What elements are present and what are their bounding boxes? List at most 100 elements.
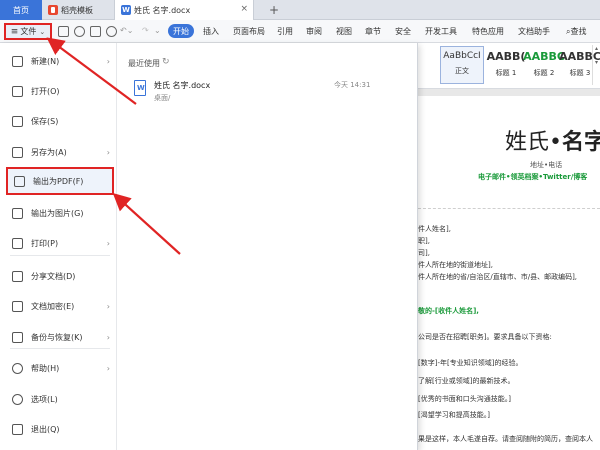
template-logo-icon (48, 5, 58, 15)
word-file-icon (134, 80, 146, 96)
menu-label: 输出为图片(G) (31, 208, 84, 218)
export-quick-icon[interactable] (74, 26, 85, 37)
file-menu-commands: 新建(N) › 打开(O) 保存(S) 另存为(A) › 输出为PDF(F) 输… (0, 43, 117, 450)
open-folder-icon (12, 85, 23, 97)
menu-export-image[interactable]: 输出为图片(G) (6, 201, 114, 225)
gallery-scroll[interactable]: ▴ ▾ (592, 45, 600, 85)
search-button[interactable]: ⌕查找 (566, 26, 586, 37)
menu-save-as[interactable]: 另存为(A) › (6, 140, 114, 164)
doc-given-name: 名字 (561, 129, 600, 155)
menu-open[interactable]: 打开(O) (6, 79, 114, 103)
search-label: 查找 (570, 27, 587, 36)
doc-greeting: 敬的-[收件人姓名], (418, 307, 479, 315)
doc-line: 件人姓名], (418, 225, 451, 233)
doc-divider (418, 208, 600, 209)
menu-export-pdf[interactable]: 输出为PDF(F) (6, 167, 114, 195)
doc-line: 职], (418, 237, 430, 245)
refresh-icon[interactable]: ↻ (162, 57, 170, 67)
new-tab-button[interactable]: + (266, 0, 282, 20)
menu-print[interactable]: 打印(P) › (6, 231, 114, 255)
doc-bullet: [渴望学习和提高技能。] (418, 411, 490, 419)
doc-line: 件人所在地的街道地址], (418, 261, 493, 269)
recent-file-name: 姓氏 名字.docx (154, 81, 211, 90)
save-icon (12, 115, 23, 127)
submenu-arrow-icon: › (106, 56, 110, 66)
tab-home[interactable]: 首页 (0, 0, 42, 20)
save-as-icon (12, 146, 23, 158)
tab-start[interactable]: 开始 (168, 24, 194, 38)
hamburger-icon: ≡ (10, 26, 19, 37)
submenu-arrow-icon: › (106, 301, 110, 311)
menu-label: 另存为(A) (31, 147, 67, 157)
menu-help[interactable]: 帮助(H) › (6, 356, 114, 380)
style-name: 正文 (455, 67, 469, 75)
menu-label: 分享文档(D) (31, 271, 76, 281)
tab-review[interactable]: 审阅 (306, 26, 322, 37)
more-quick-icon[interactable]: ⌄ (154, 26, 161, 35)
tab-document[interactable]: W 姓氏 名字.docx × (114, 0, 254, 20)
menu-bar: ≡ 文件 ⌄ ↶⌄ ↷ ⌄ 开始 插入 页面布局 引用 审阅 视图 章节 安全 … (0, 20, 600, 43)
tab-insert[interactable]: 插入 (203, 26, 219, 37)
menu-label: 输出为PDF(F) (33, 176, 84, 186)
tab-template[interactable]: 稻壳模板 (42, 0, 112, 20)
menu-options[interactable]: 选项(L) (6, 387, 114, 411)
preview-quick-icon[interactable] (106, 26, 117, 37)
menu-encrypt[interactable]: 文档加密(E) › (6, 294, 114, 318)
share-icon (12, 270, 23, 282)
doc-line: 件人所在地的省/自治区/直辖市、市/县、邮政编码], (418, 273, 578, 281)
help-icon (12, 362, 23, 374)
recent-file-time: 今天 14:31 (334, 81, 371, 89)
recent-file-item[interactable]: 姓氏 名字.docx 桌面/ 今天 14:31 (128, 77, 408, 107)
file-menu-button[interactable]: ≡ 文件 ⌄ (4, 23, 52, 40)
tab-document-label: 姓氏 名字.docx (134, 5, 191, 15)
tab-page-layout[interactable]: 页面布局 (233, 26, 265, 37)
doc-contact: 地址•电话 (530, 161, 563, 169)
menu-share[interactable]: 分享文档(D) (6, 264, 114, 288)
redo-icon[interactable]: ↷ (142, 26, 149, 35)
menu-new[interactable]: 新建(N) › (6, 49, 114, 73)
menu-separator (10, 255, 110, 256)
submenu-arrow-icon: › (106, 332, 110, 342)
tab-doc-assistant[interactable]: 文档助手 (518, 26, 550, 37)
menu-label: 保存(S) (31, 116, 59, 126)
undo-icon[interactable]: ↶⌄ (120, 26, 133, 35)
doc-name: 姓氏•名字 (505, 124, 600, 156)
doc-body: 公司是否在招聘[职务]。要求具备以下资格: (418, 333, 552, 341)
new-icon (12, 55, 23, 67)
menu-backup[interactable]: 备份与恢复(K) › (6, 325, 114, 349)
file-dropdown-menu: 新建(N) › 打开(O) 保存(S) 另存为(A) › 输出为PDF(F) 输… (0, 43, 418, 450)
menu-label: 打开(O) (31, 86, 60, 96)
close-tab-icon[interactable]: × (240, 4, 248, 14)
tab-view[interactable]: 视图 (336, 26, 352, 37)
save-quick-icon[interactable] (58, 26, 69, 37)
gear-icon (12, 393, 23, 405)
menu-label: 退出(Q) (31, 424, 60, 434)
export-pdf-icon (14, 175, 25, 187)
doc-bullet: 了解[行业或领域]的最新技术。 (418, 377, 515, 385)
chevron-down-icon: ⌄ (39, 27, 46, 36)
tab-bar: 首页 稻壳模板 W 姓氏 名字.docx × + (0, 0, 600, 20)
tab-chapter[interactable]: 章节 (365, 26, 381, 37)
print-icon (12, 237, 23, 249)
doc-body: 果是这样，本人毛遂自荐。请查阅随附的简历，查阅本人 (418, 435, 593, 443)
tab-features[interactable]: 特色应用 (472, 26, 504, 37)
menu-separator (10, 348, 110, 349)
exit-icon (12, 423, 23, 435)
doc-links: 电子邮件•领英档案•Twitter/博客 (478, 173, 588, 181)
style-sample: AaBbCcI (443, 51, 481, 61)
tab-security[interactable]: 安全 (395, 26, 411, 37)
style-normal[interactable]: AaBbCcI 正文 (440, 46, 484, 84)
doc-surname: 姓氏• (505, 130, 562, 155)
tab-start-label: 开始 (173, 26, 189, 36)
menu-save[interactable]: 保存(S) (6, 109, 114, 133)
tab-references[interactable]: 引用 (277, 26, 293, 37)
menu-label: 选项(L) (31, 394, 58, 404)
file-menu-label: 文件 (20, 27, 37, 36)
tab-developer[interactable]: 开发工具 (425, 26, 457, 37)
doc-line: 司], (418, 249, 430, 257)
doc-bullet: [优秀的书面和口头沟通技能。] (418, 395, 511, 403)
menu-label: 打印(P) (31, 238, 59, 248)
print-quick-icon[interactable] (90, 26, 101, 37)
styles-gallery: AaBbCcI 正文 AABB( 标题 1 AABBC 标题 2 AABBC 标… (412, 43, 600, 89)
menu-exit[interactable]: 退出(Q) (6, 417, 114, 441)
